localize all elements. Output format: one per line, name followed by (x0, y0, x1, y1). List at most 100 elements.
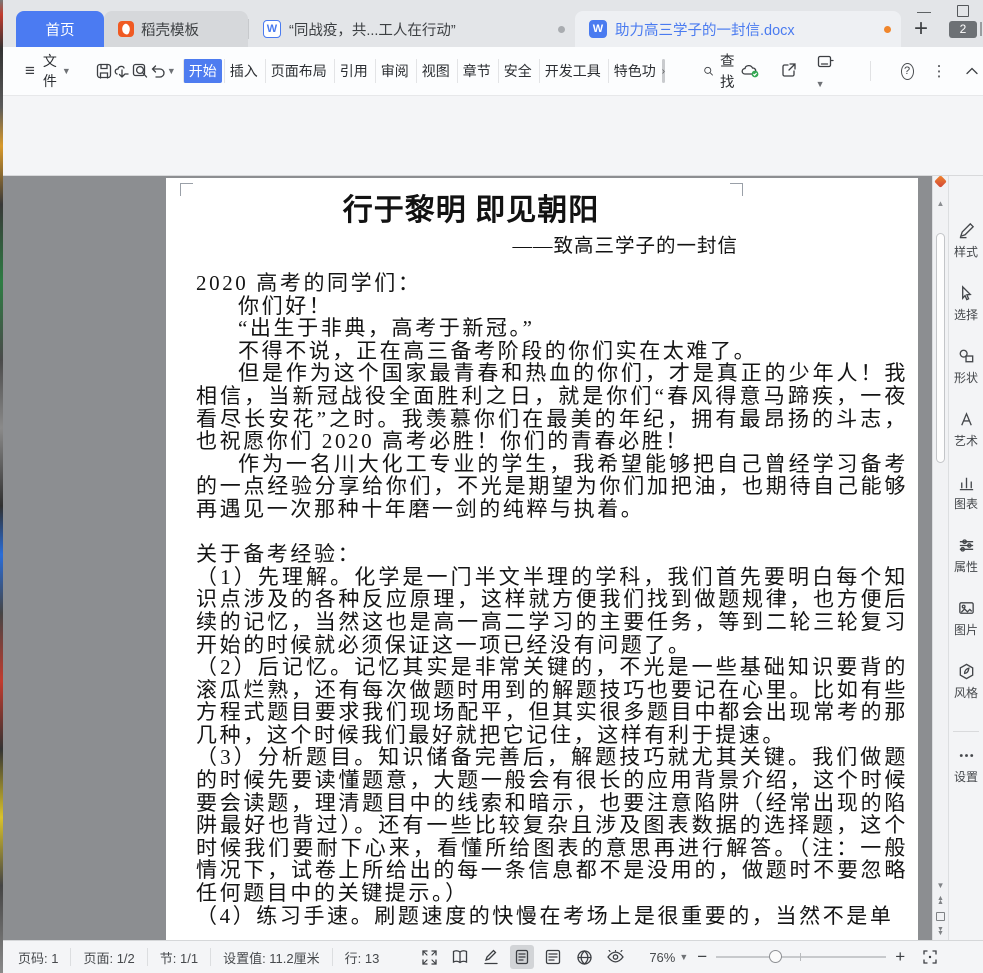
sidebar-tool[interactable]: 属性 (949, 536, 983, 599)
tab-docer-templates[interactable]: 稻壳模板 (104, 11, 248, 47)
fullscreen-icon[interactable] (417, 945, 441, 969)
edit-mode-icon[interactable] (479, 945, 503, 969)
web-view-icon[interactable] (572, 945, 596, 969)
sidebar-tool[interactable]: 风格 (949, 662, 983, 725)
sidebar-tool[interactable]: 样式 (949, 221, 983, 284)
document-tab[interactable]: “同战疫，共...工人在行动” (249, 11, 575, 47)
paragraph[interactable]: 但是作为这个国家最青春和热血的你们，才是真正的少年人！我相信，当新冠战役全面胜利… (196, 362, 908, 452)
save-button[interactable] (95, 58, 113, 84)
previous-page-button[interactable]: ▲▲ (937, 897, 944, 905)
tab-home[interactable]: 首页 (16, 11, 104, 47)
print-preview-button[interactable] (131, 58, 149, 84)
paragraph[interactable]: （4）练习手速。刷题速度的快慢在考场上是很重要的，当然不是单 (196, 905, 908, 928)
share-icon[interactable] (780, 61, 798, 82)
page-number-field[interactable]: 页码: 1 (6, 948, 71, 966)
ribbon-tabs: 开始 插入 页面布局 引用 审阅 视图 章节 安全 开发工具 特色功 (182, 59, 662, 83)
badge-bar (980, 22, 982, 36)
zoom-slider[interactable] (716, 949, 886, 965)
sidebar-tool-icon (957, 536, 976, 555)
zoom-out-button[interactable]: − (694, 947, 710, 967)
file-menu-button[interactable]: 文件 ▼ (43, 51, 71, 91)
select-browse-object-button[interactable] (936, 912, 945, 921)
undo-button[interactable]: ▼ (149, 58, 176, 84)
paragraph[interactable] (196, 521, 908, 544)
scroll-up-arrow[interactable]: ▲ (933, 199, 948, 208)
sidebar-tool-icon (957, 347, 976, 366)
page-view-icon[interactable] (510, 945, 534, 969)
docer-flame-icon (118, 21, 134, 37)
sidebar-tool[interactable]: 艺术 (949, 410, 983, 473)
ribbon-tab[interactable]: 开发工具 (539, 59, 606, 83)
vertical-scrollbar[interactable]: ▲ ▼ ▲▲ ▼▼ (932, 175, 948, 940)
paragraph[interactable]: （1）先理解。化学是一门半文半理的学科，我们首先要明白每个知识点涉及的各种反应原… (196, 566, 908, 656)
zoom-slider-handle[interactable] (769, 950, 782, 963)
chevron-down-icon: ▼ (679, 952, 688, 962)
outline-view-icon[interactable] (541, 945, 565, 969)
scrollbar-thumb[interactable] (936, 233, 945, 463)
wps-writer-doc-icon (263, 20, 281, 38)
ribbon-tab[interactable]: 审阅 (375, 59, 414, 83)
fit-page-button[interactable] (918, 945, 942, 969)
zoom-level-button[interactable]: 76% ▼ (649, 950, 688, 965)
sidebar-tool[interactable]: 形状 (949, 347, 983, 410)
new-tab-button[interactable]: + (901, 11, 941, 47)
paragraph[interactable]: 你们好！ (196, 295, 908, 318)
window-count-badge[interactable]: 2 (949, 21, 977, 38)
ribbon-tab[interactable]: 章节 (457, 59, 496, 83)
document-page[interactable]: 行于黎明 即见朝阳 ——致高三学子的一封信 2020 高考的同学们： 你们好！ … (166, 178, 918, 940)
print-button[interactable] (113, 58, 131, 84)
cloud-sync-icon[interactable] (740, 61, 762, 82)
document-tab[interactable]: 助力高三学子的一封信.docx (575, 11, 901, 47)
right-tool-panel: 样式 选择 形状 艺术 图表 属性 (948, 175, 983, 940)
zoom-slider-track (716, 956, 886, 958)
menu-divider (870, 61, 871, 81)
sidebar-tool[interactable]: 图表 (949, 473, 983, 536)
zoom-in-button[interactable]: + (892, 947, 908, 967)
screen-edge-strip (0, 0, 3, 973)
paragraph[interactable]: “出生于非典，高考于新冠。” (196, 317, 908, 340)
help-button[interactable]: ? (901, 63, 914, 80)
scroll-down-arrow[interactable]: ▼ (937, 881, 945, 890)
more-options-icon[interactable]: ⋮ (932, 62, 947, 80)
next-page-button[interactable]: ▼▼ (937, 928, 944, 936)
paragraph[interactable]: 作为一名川大化工专业的学生，我希望能够把自己曾经学习备考的一点经验分享给你们，不… (196, 453, 908, 521)
dots-icon (957, 746, 976, 765)
document-body[interactable]: 2020 高考的同学们： 你们好！ “出生于非典，高考于新冠。” 不得不说，正在… (166, 272, 918, 927)
sidebar-settings[interactable]: 设置 (949, 746, 983, 809)
paragraph[interactable]: 2020 高考的同学们： (196, 272, 908, 295)
switch-window-icon[interactable]: ▼ (816, 53, 840, 90)
panel-divider (953, 731, 979, 732)
ribbon-tab[interactable]: 引用 (334, 59, 373, 83)
paragraph[interactable]: 关于备考经验： (196, 543, 908, 566)
ribbon-tab[interactable]: 插入 (224, 59, 263, 83)
section-field[interactable]: 节: 1/1 (148, 948, 211, 966)
line-number-field[interactable]: 行: 13 (333, 948, 392, 966)
upgrade-gem-icon[interactable] (934, 175, 947, 188)
paragraph[interactable]: （3）分析题目。知识储备完善后，解题技巧就尤其关键。我们做题的时候先要读懂题意，… (196, 746, 908, 904)
sidebar-tool-icon (957, 410, 976, 429)
document-canvas[interactable]: 行于黎明 即见朝阳 ——致高三学子的一封信 2020 高考的同学们： 你们好！ … (3, 175, 932, 940)
more-tabs-button[interactable]: › (662, 59, 665, 83)
ribbon-tab[interactable]: 开始 (183, 59, 222, 83)
ribbon-tab[interactable]: 页面布局 (265, 59, 332, 83)
collapse-ribbon-icon[interactable] (965, 63, 979, 79)
setting-value-field[interactable]: 设置值: 11.2厘米 (211, 948, 333, 966)
document-title[interactable]: 行于黎明 即见朝阳 (196, 192, 746, 230)
hamburger-icon[interactable]: ≡ (25, 61, 35, 81)
sidebar-tool[interactable]: 选择 (949, 284, 983, 347)
eye-protection-icon[interactable] (603, 945, 627, 969)
document-tabs: “同战疫，共...工人在行动” 助力高三学子的一封信.docx (249, 11, 901, 47)
paragraph[interactable]: 不得不说，正在高三备考阶段的你们实在太难了。 (196, 340, 908, 363)
ribbon-tab[interactable]: 安全 (498, 59, 537, 83)
paragraph[interactable]: （2）后记忆。记忆其实是非常关键的，不光是一些基础知识要背的滚瓜烂熟，还有每次做… (196, 656, 908, 746)
page-count-field[interactable]: 页面: 1/2 (71, 948, 147, 966)
margin-crop-mark (730, 183, 743, 196)
document-subtitle[interactable]: ——致高三学子的一封信 (166, 234, 918, 260)
ribbon-tab[interactable]: 特色功 (608, 59, 661, 83)
find-button[interactable]: 查找 (703, 50, 740, 92)
sidebar-tool[interactable]: 图片 (949, 599, 983, 662)
ribbon-tab[interactable]: 视图 (416, 59, 455, 83)
wps-writer-doc-icon (589, 20, 607, 38)
zoom-slider-tick (800, 953, 801, 961)
read-mode-icon[interactable] (448, 945, 472, 969)
